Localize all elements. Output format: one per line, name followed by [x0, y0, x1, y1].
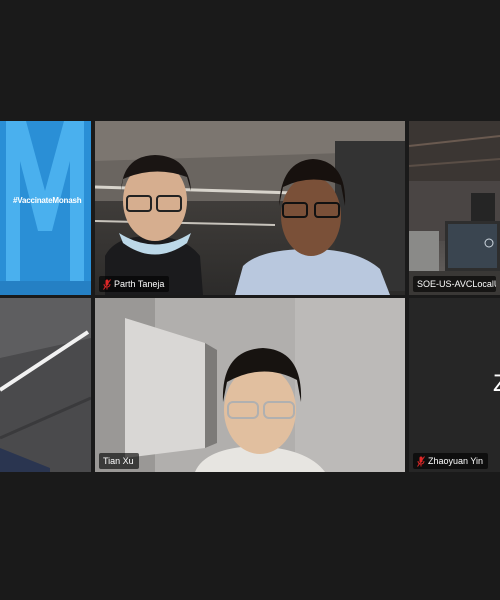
video-tile-zhaoyuan-yin[interactable]: Z Zhaoyuan Yin — [409, 298, 500, 472]
mic-off-icon — [417, 455, 425, 467]
participant-name-tag: Tian Xu — [99, 453, 139, 469]
participant-name: Tian Xu — [103, 456, 134, 466]
video-feed — [0, 298, 91, 472]
video-tile-parth-taneja[interactable]: Parth Taneja — [95, 121, 405, 295]
video-feed — [409, 121, 500, 295]
participant-name: Zhaoyuan Yin — [428, 456, 484, 466]
video-feed — [95, 121, 405, 295]
participant-name-tag: Zhaoyuan Yin — [413, 453, 489, 469]
participant-initial: Z — [493, 370, 500, 398]
mic-off-icon — [103, 278, 111, 290]
participant-name: Parth Taneja — [114, 279, 165, 289]
video-tile-banner[interactable]: #VaccinateMonash — [0, 121, 91, 295]
video-tile-tian-xu[interactable]: Tian Xu — [95, 298, 405, 472]
video-tile-ceiling[interactable] — [0, 298, 91, 472]
banner-hashtag: #VaccinateMonash — [13, 196, 82, 205]
participant-name: SOE-US-AVCLocalUser — [417, 279, 496, 289]
video-feed — [95, 298, 405, 472]
monash-m-logo — [0, 121, 91, 295]
video-tile-soe-us-avclocaluser[interactable]: SOE-US-AVCLocalUser — [409, 121, 500, 295]
participant-name-tag: Parth Taneja — [99, 276, 170, 292]
participant-name-tag: SOE-US-AVCLocalUser — [413, 276, 496, 292]
